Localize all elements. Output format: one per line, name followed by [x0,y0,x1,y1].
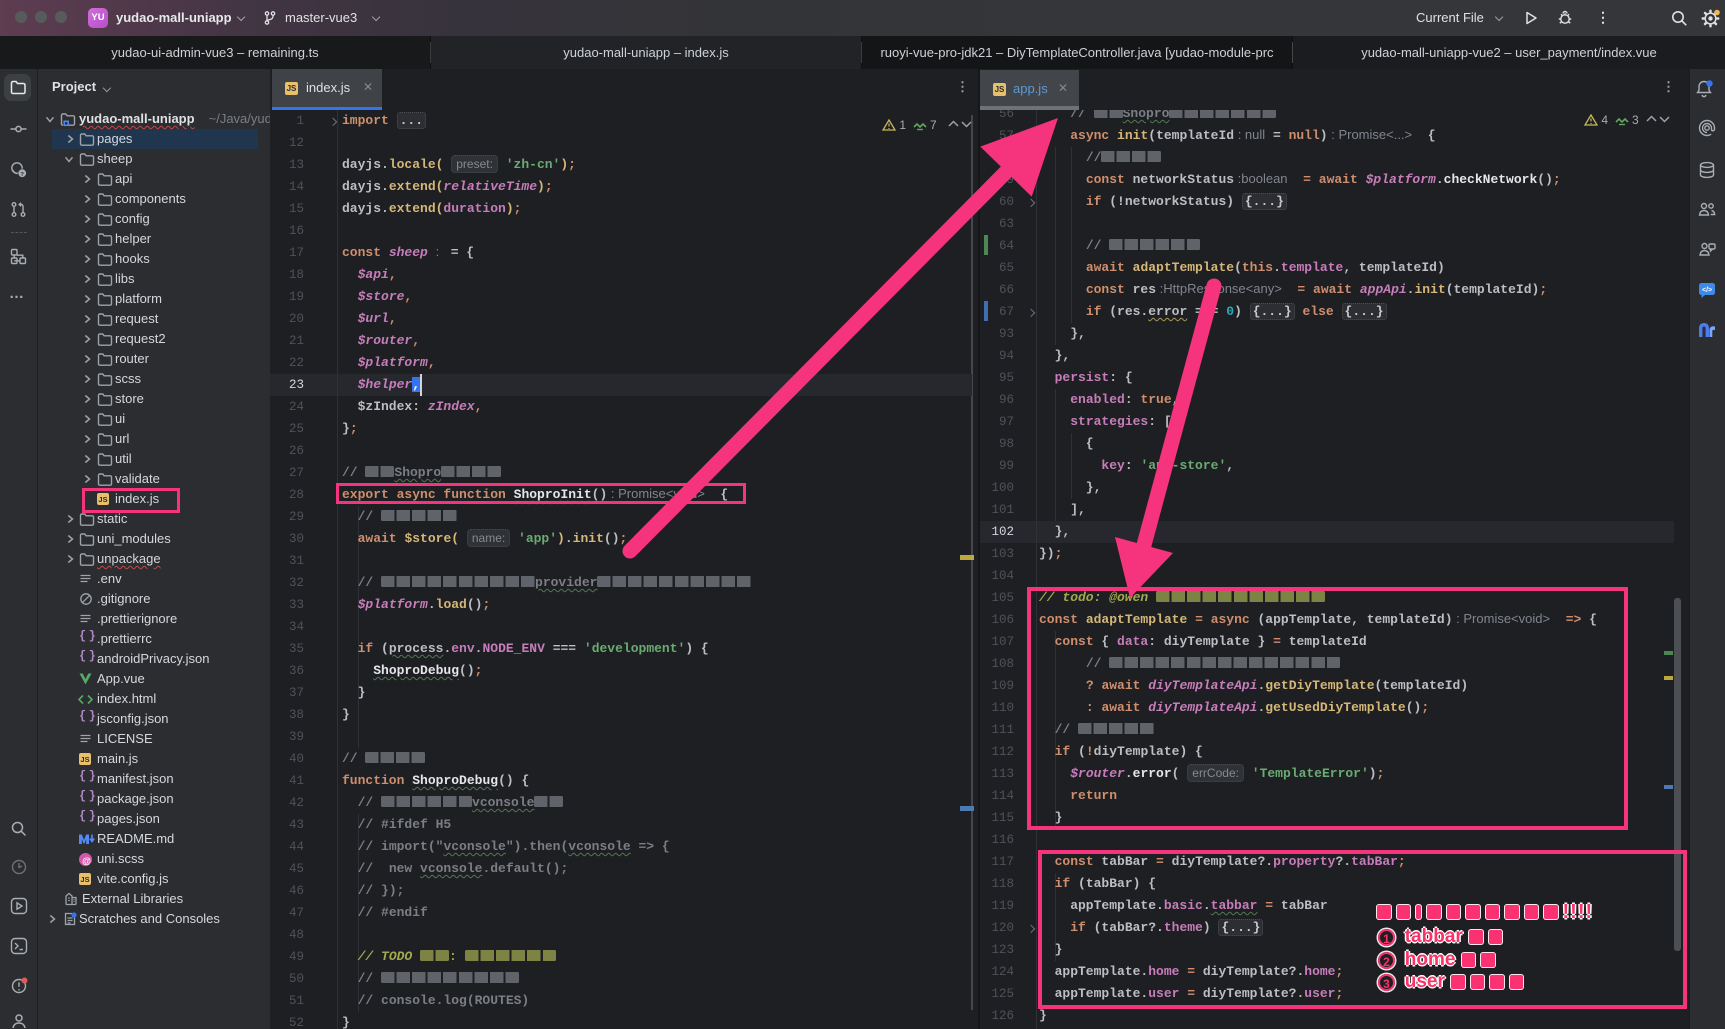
svg-text:?: ? [20,172,24,178]
svg-text:</>: </> [1702,287,1712,294]
